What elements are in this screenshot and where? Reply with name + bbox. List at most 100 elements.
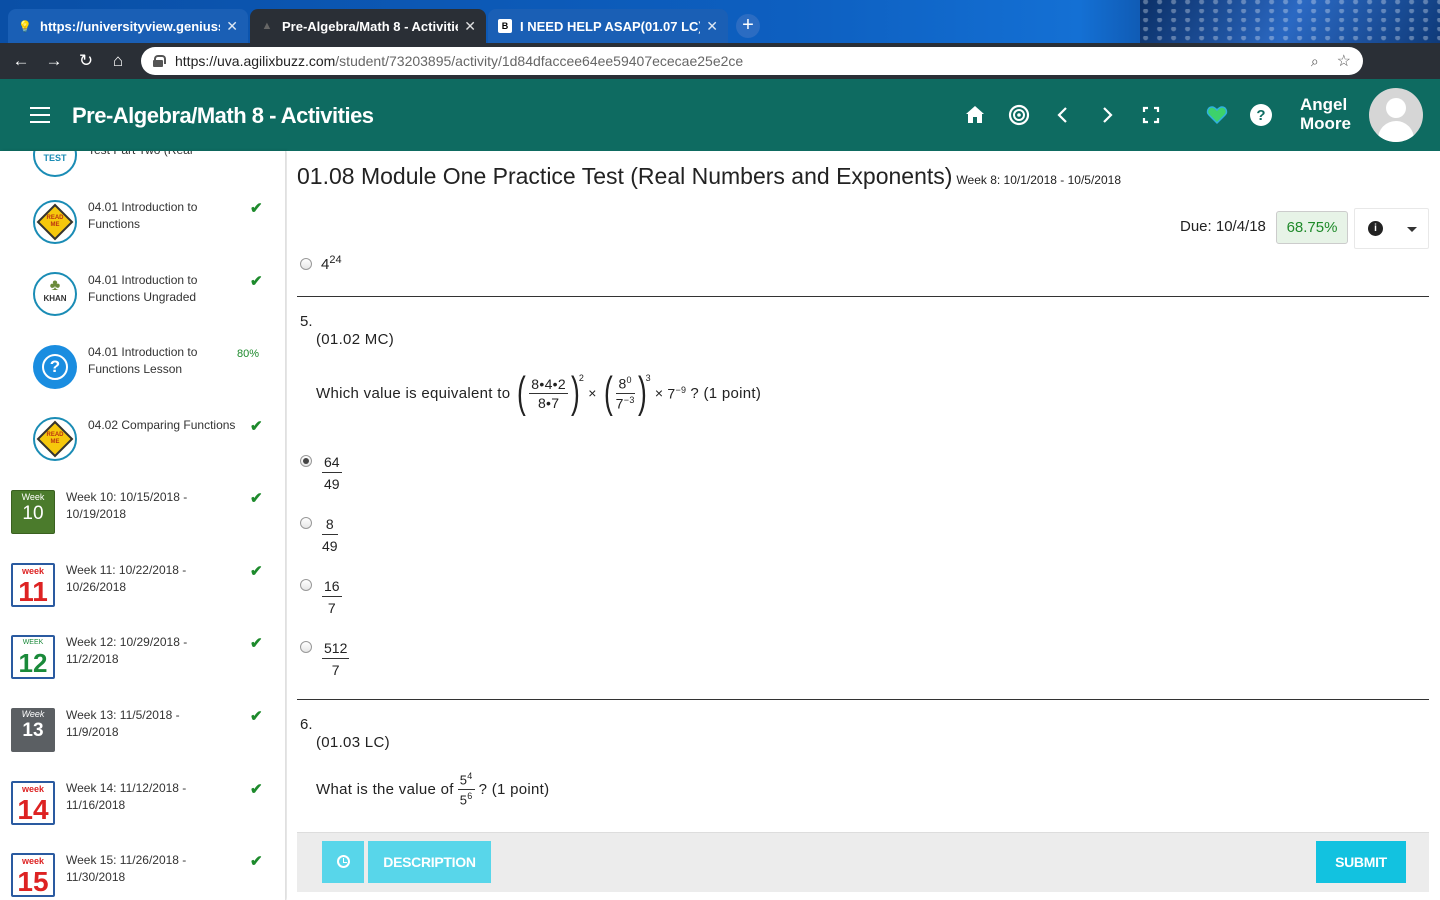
khan-icon: ♣ KHAN	[33, 272, 77, 316]
tab-title: I NEED HELP ASAP(01.07 LC)W	[520, 18, 701, 34]
check-icon: ✔	[250, 853, 263, 870]
zoom-icon[interactable]: ⌕	[1311, 53, 1319, 70]
theme-decoration	[1140, 0, 1440, 43]
target-icon[interactable]	[1006, 103, 1032, 129]
sidebar-item-week-15[interactable]: week 15 Week 15: 11/26/2018 - 11/30/2018 …	[0, 847, 285, 900]
agilix-icon: ▲	[261, 20, 273, 32]
sidebar-item-week-13[interactable]: Week 13 Week 13: 11/5/2018 - 11/9/2018 ✔	[0, 702, 285, 772]
test-icon: TEST	[33, 151, 77, 177]
browser-tab-brainly[interactable]: B I NEED HELP ASAP(01.07 LC)W ✕	[488, 9, 728, 43]
description-button[interactable]: DESCRIPTION	[368, 841, 491, 883]
question-icon: ?	[33, 345, 77, 389]
check-icon: ✔	[250, 418, 263, 435]
sidebar-item-label: Week 11: 10/22/2018 - 10/26/2018	[66, 563, 187, 594]
score-badge: 68.75%	[1276, 211, 1348, 244]
browser-toolbar: ← → ↻ ⌂ https://uva.agilixbuzz.com/stude…	[0, 43, 1440, 114]
avatar[interactable]	[1369, 88, 1423, 142]
chevron-right-icon[interactable]	[1094, 103, 1120, 129]
sidebar-item-label: 04.01 Introduction to Functions Lesson	[88, 345, 198, 376]
page-title: Pre-Algebra/Math 8 - Activities	[72, 103, 374, 128]
info-dropdown[interactable]: i	[1354, 208, 1429, 249]
due-date: Due: 10/4/18	[1180, 218, 1266, 235]
week-15-icon: week 15	[11, 853, 55, 897]
close-icon[interactable]: ✕	[226, 18, 238, 35]
question-number: 6.	[300, 716, 313, 733]
browser-tab-activities[interactable]: ▲ Pre-Algebra/Math 8 - Activities ✕	[250, 9, 486, 43]
answer-option-512-7: 512 7	[322, 640, 350, 678]
submit-button[interactable]: SUBMIT	[1316, 841, 1406, 883]
week-14-icon: week 14	[11, 781, 55, 825]
lightbulb-icon: 💡	[18, 20, 32, 33]
bookmark-star-icon[interactable]: ☆	[1337, 51, 1351, 71]
menu-icon[interactable]	[30, 107, 50, 123]
answer-radio[interactable]	[300, 579, 312, 591]
heart-icon[interactable]	[1204, 103, 1230, 129]
clock-icon	[336, 855, 350, 868]
math-expression: ( 8•4•2 8•7 ) 2 × ( 80 7−3 ) 3 × 7−9	[517, 368, 687, 417]
check-icon: ✔	[250, 273, 263, 290]
sidebar-item-label: Week 14: 11/12/2018 - 11/16/2018	[66, 781, 187, 812]
sidebar-item-week-11[interactable]: week 11 Week 11: 10/22/2018 - 10/26/2018 …	[0, 557, 285, 627]
user-first-name: Angel	[1300, 95, 1348, 114]
week-range: Week 8: 10/1/2018 - 10/5/2018	[956, 173, 1121, 187]
activity-content: 01.08 Module One Practice Test (Real Num…	[287, 151, 1440, 900]
url-path: /student/73203895/activity/1d84dfaccee64…	[335, 53, 744, 69]
action-bar: DESCRIPTION SUBMIT	[297, 832, 1429, 892]
sidebar-item-comparing-functions[interactable]: READ ME 04.02 Comparing Functions ✔	[0, 412, 285, 482]
sidebar-item-label: 04.01 Introduction to Functions	[88, 200, 198, 231]
help-icon[interactable]: ?	[1248, 103, 1274, 129]
sidebar-item-test-part-two[interactable]: TEST Test Part Two (Real	[0, 151, 285, 188]
answer-option-64-49: 64 49	[322, 454, 342, 492]
question-code: (01.02 MC)	[316, 331, 395, 348]
sidebar-item-label: 04.01 Introduction to Functions Ungraded	[88, 273, 198, 304]
answer-option-8-49: 8 49	[322, 516, 338, 554]
sidebar-item-week-12[interactable]: WEEK 12 Week 12: 10/29/2018 - 11/2/2018 ✔	[0, 629, 285, 699]
address-bar[interactable]: https://uva.agilixbuzz.com/student/73203…	[141, 47, 1363, 75]
back-arrow-icon[interactable]: ←	[8, 48, 34, 74]
fullscreen-icon[interactable]	[1138, 103, 1164, 129]
readme-icon: READ ME	[33, 200, 77, 244]
sidebar-item-intro-functions-ungraded[interactable]: ♣ KHAN 04.01 Introduction to Functions U…	[0, 267, 285, 337]
close-icon[interactable]: ✕	[706, 18, 718, 35]
home-icon[interactable]: ⌂	[105, 48, 131, 74]
sidebar-item-week-14[interactable]: week 14 Week 14: 11/12/2018 - 11/16/2018 …	[0, 775, 285, 845]
browser-tab-universityview[interactable]: 💡 https://universityview.geniussis ✕	[8, 9, 248, 43]
tab-title: https://universityview.geniussis	[40, 18, 221, 34]
sidebar-item-label: Week 15: 11/26/2018 - 11/30/2018	[66, 853, 187, 884]
sidebar-item-intro-functions[interactable]: READ ME 04.01 Introduction to Functions …	[0, 194, 285, 264]
answer-option-16-7: 16 7	[322, 578, 342, 616]
timer-button[interactable]	[322, 841, 364, 883]
forward-arrow-icon[interactable]: →	[41, 48, 67, 74]
math-expression: 54 56	[457, 771, 475, 807]
week-11-icon: week 11	[11, 563, 55, 607]
question-number: 5.	[300, 313, 313, 330]
reload-icon[interactable]: ↻	[73, 48, 99, 74]
activity-title: 01.08 Module One Practice Test (Real Num…	[297, 163, 1121, 190]
check-icon: ✔	[250, 781, 263, 798]
sidebar-item-intro-functions-lesson[interactable]: ? 04.01 Introduction to Functions Lesson…	[0, 339, 285, 409]
readme-icon: READ ME	[33, 417, 77, 461]
question-divider	[297, 296, 1429, 297]
answer-radio[interactable]	[300, 641, 312, 653]
answer-radio[interactable]	[300, 258, 312, 270]
check-icon: ✔	[250, 490, 263, 507]
user-name[interactable]: Angel Moore	[1300, 95, 1351, 133]
week-12-icon: WEEK 12	[11, 635, 55, 679]
user-last-name: Moore	[1300, 114, 1351, 133]
app-header: Pre-Algebra/Math 8 - Activities ? Angel …	[0, 79, 1440, 151]
sidebar-item-label: 04.02 Comparing Functions	[88, 418, 236, 432]
question-prompt: What is the value of 54 56 ? (1 point)	[316, 771, 550, 807]
close-icon[interactable]: ✕	[464, 18, 476, 35]
sidebar-item-week-10[interactable]: Week 10 Week 10: 10/15/2018 - 10/19/2018 …	[0, 484, 285, 554]
chevron-left-icon[interactable]	[1050, 103, 1076, 129]
browser-tab-bar: 💡 https://universityview.geniussis ✕ ▲ P…	[0, 0, 1440, 43]
new-tab-button[interactable]: +	[736, 14, 760, 38]
home-icon[interactable]	[962, 103, 988, 129]
question-divider	[297, 699, 1429, 700]
week-13-icon: Week 13	[11, 708, 55, 752]
check-icon: ✔	[250, 563, 263, 580]
caret-down-icon	[1407, 227, 1417, 232]
answer-radio-selected[interactable]	[300, 455, 312, 467]
question-code: (01.03 LC)	[316, 734, 390, 751]
answer-radio[interactable]	[300, 517, 312, 529]
